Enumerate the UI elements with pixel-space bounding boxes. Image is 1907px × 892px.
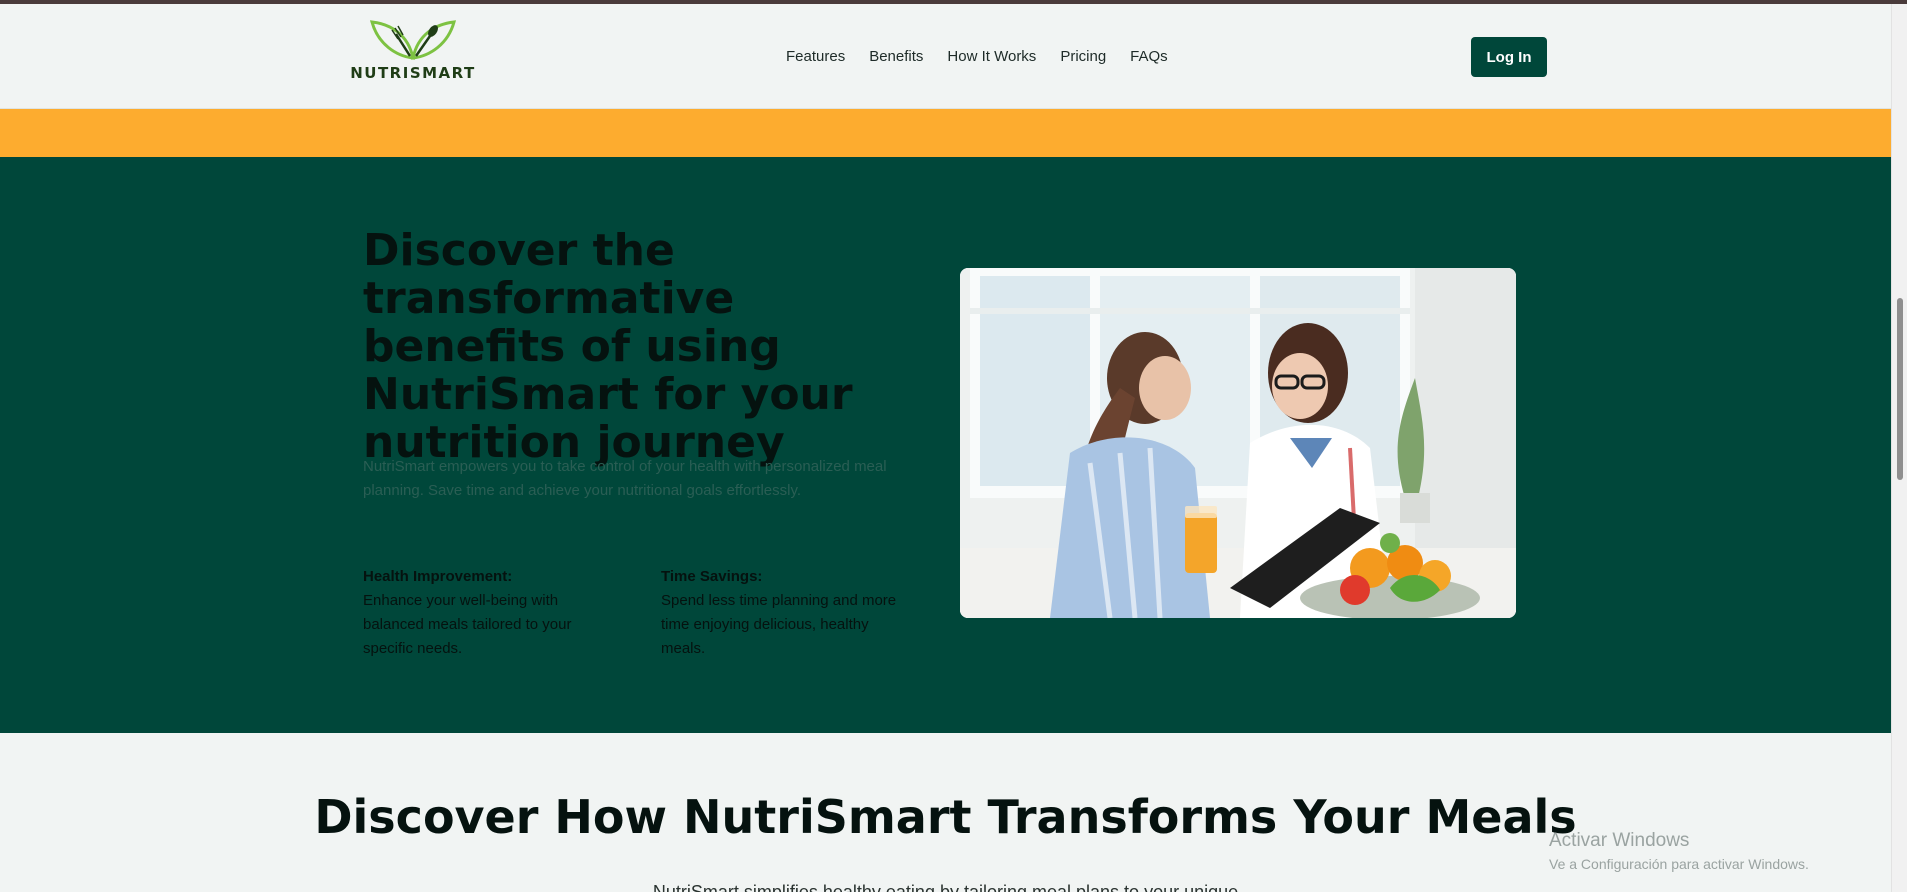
watermark-title: Activar Windows [1549,830,1690,851]
benefits-hero: Discover the transformative benefits of … [0,157,1891,733]
site-header: NUTRISMART Features Benefits How It Work… [0,4,1891,109]
section-subtitle: NutriSmart simplifies healthy eating by … [652,882,1239,892]
logo-leaf-icon [369,20,457,60]
nav-link-faqs[interactable]: FAQs [1130,48,1168,65]
hero-heading: Discover the transformative benefits of … [363,225,853,468]
page-viewport: NUTRISMART Features Benefits How It Work… [0,4,1891,892]
benefit-text: Spend less time planning and more time e… [661,592,897,657]
watermark-text: Ve a Configuración para activar Windows. [1549,856,1809,872]
scrollbar-thumb[interactable] [1897,298,1903,480]
benefit-title: Health Improvement: [363,568,513,585]
logo-wordmark: NUTRISMART [350,64,476,82]
nav-link-pricing[interactable]: Pricing [1060,48,1106,65]
main-nav: Features Benefits How It Works Pricing F… [786,48,1168,65]
brand-logo[interactable]: NUTRISMART [344,16,482,82]
benefit-text: Enhance your well-being with balanced me… [363,592,572,657]
windows-activation-watermark: Activar Windows Ve a Configuración para … [1549,830,1809,872]
hero-lead-text: NutriSmart empowers you to take control … [363,458,887,499]
page-scrollbar[interactable] [1891,4,1907,892]
benefit-time: Time Savings: Spend less time planning a… [661,565,916,661]
nav-link-features[interactable]: Features [786,48,845,65]
benefit-title: Time Savings: [661,568,763,585]
nutritionist-consultation-photo [960,268,1516,618]
benefit-health: Health Improvement: Enhance your well-be… [363,565,618,661]
accent-banner [0,109,1891,157]
nav-link-how-it-works[interactable]: How It Works [947,48,1036,65]
login-button[interactable]: Log In [1471,37,1547,77]
nav-link-benefits[interactable]: Benefits [869,48,923,65]
